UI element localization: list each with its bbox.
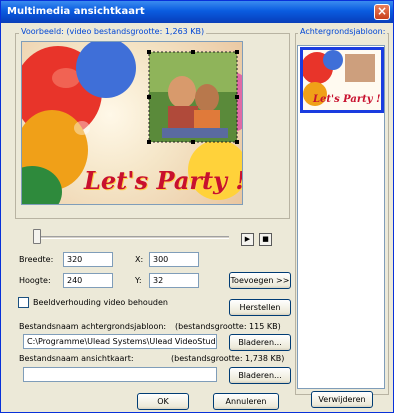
stop-button[interactable]: ■	[259, 233, 272, 246]
width-label: Breedte:	[19, 255, 54, 264]
reset-button[interactable]: Herstellen	[229, 299, 291, 316]
browse-background-button[interactable]: Bladeren...	[229, 334, 291, 351]
preview-image: Let's Party !	[21, 41, 243, 205]
card-file-label: Bestandsnaam ansichtkaart:	[19, 354, 134, 363]
close-icon: ×	[376, 4, 388, 18]
remove-button[interactable]: Verwijderen	[311, 391, 373, 408]
width-field[interactable]: 320	[63, 252, 113, 267]
ok-button[interactable]: OK	[137, 393, 189, 410]
card-file-size: (bestandsgrootte: 1,738 KB)	[171, 354, 285, 363]
browse-card-button[interactable]: Bladeren...	[229, 367, 291, 384]
background-file-label: Bestandsnaam achtergrondsjabloon:	[19, 322, 167, 331]
aspect-ratio-checkbox[interactable]	[18, 297, 29, 308]
aspect-ratio-label: Beeldverhouding video behouden	[33, 298, 168, 307]
play-icon: ▶	[244, 235, 251, 243]
close-button[interactable]: ×	[374, 4, 390, 20]
window-title: Multimedia ansichtkaart	[7, 6, 145, 17]
height-label: Hoogte:	[19, 276, 51, 285]
add-button[interactable]: Toevoegen >>	[229, 272, 291, 289]
background-file-path[interactable]: C:\Programme\Ulead Systems\Ulead VideoSt…	[23, 334, 217, 349]
play-button[interactable]: ▶	[241, 233, 254, 246]
background-file-size: (bestandsgrootte: 115 KB)	[175, 322, 281, 331]
cancel-button[interactable]: Annuleren	[213, 393, 279, 410]
y-field[interactable]: 32	[149, 273, 199, 288]
dialog-window: Multimedia ansichtkaart × Voorbeeld: (vi…	[0, 0, 394, 413]
template-group-label: Achtergrondsjabloon:	[298, 27, 388, 36]
height-field[interactable]: 240	[63, 273, 113, 288]
y-label: Y:	[135, 276, 142, 285]
title-bar[interactable]: Multimedia ansichtkaart	[1, 1, 393, 23]
card-file-path[interactable]	[23, 367, 217, 382]
x-field[interactable]: 300	[149, 252, 199, 267]
card-text: Let's Party !	[84, 166, 243, 195]
playback-slider-track[interactable]	[35, 236, 229, 239]
template-thumbnail-label: Let's Party !	[313, 94, 381, 105]
stop-icon: ■	[262, 235, 269, 243]
template-thumbnail[interactable]: Let's Party !	[300, 47, 384, 113]
x-label: X:	[135, 255, 144, 264]
preview-group-label: Voorbeeld: (video bestandsgrootte: 1,263…	[19, 27, 207, 36]
playback-slider-thumb[interactable]	[33, 229, 41, 244]
